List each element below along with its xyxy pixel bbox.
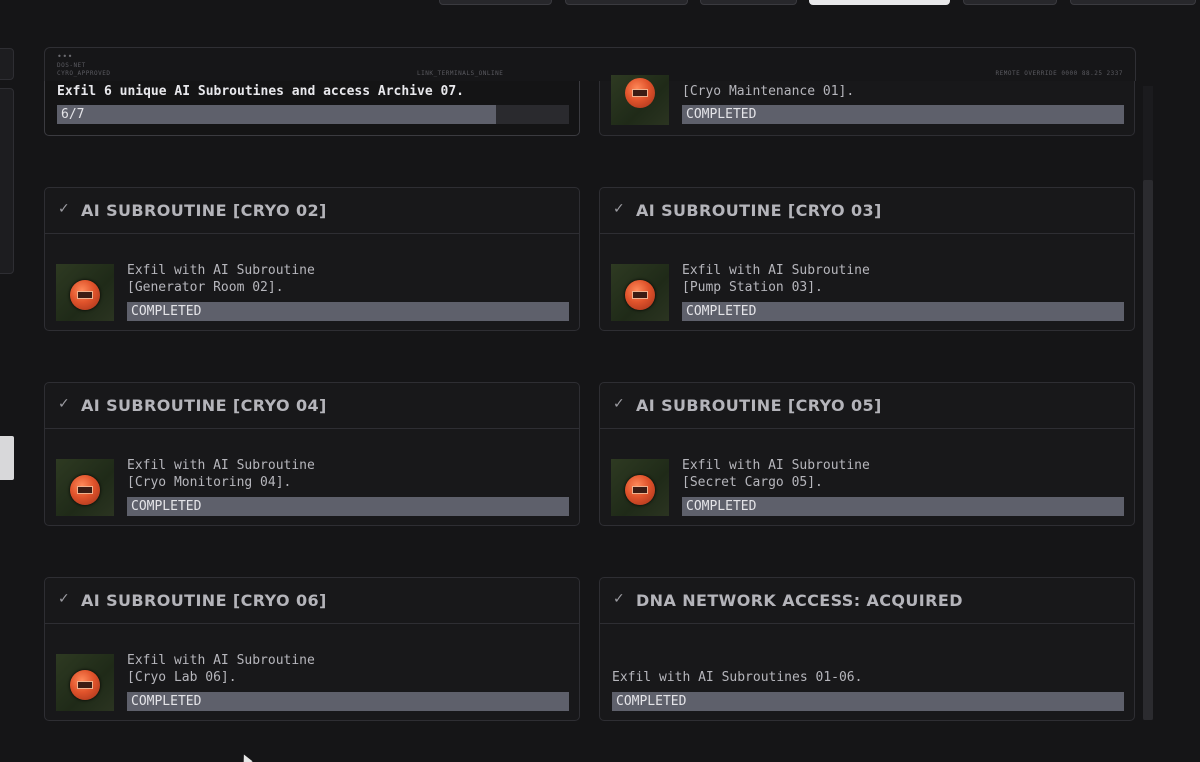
hud-center-text: LINK_TERMINALS_ONLINE (417, 70, 504, 77)
card-title: AI SUBROUTINE [CRYO 03] (636, 201, 882, 220)
objective-card-cryo-01: [Cryo Maintenance 01]. COMPLETED (599, 75, 1135, 136)
ai-subroutine-disc-icon (611, 264, 669, 321)
hud-header: ••• DOS-NET CYRO_APPROVED LINK_TERMINALS… (44, 47, 1136, 81)
top-tab-active[interactable] (809, 0, 950, 5)
objective-card-dna-network: ✓ DNA NETWORK ACCESS: ACQUIRED Exfil wit… (599, 577, 1135, 721)
objective-card-main: Exfil 6 unique AI Subroutines and access… (44, 81, 580, 136)
top-tab[interactable] (565, 0, 688, 5)
objective-progress-fill (57, 105, 496, 124)
card-description-line-1: Exfil with AI Subroutine (682, 458, 870, 473)
card-status: COMPLETED (127, 497, 569, 516)
ai-subroutine-disc-icon (56, 264, 114, 321)
card-header: ✓ AI SUBROUTINE [CRYO 04] (45, 383, 579, 429)
card-title: AI SUBROUTINE [CRYO 02] (81, 201, 327, 220)
card-description-line-1: Exfil with AI Subroutine (682, 263, 870, 278)
sidebar-fragment (0, 48, 14, 80)
card-description-line-2: [Pump Station 03]. (682, 280, 823, 295)
card-description: [Cryo Maintenance 01]. (682, 84, 855, 99)
card-header: ✓ AI SUBROUTINE [CRYO 05] (600, 383, 1134, 429)
objective-card-cryo-04: ✓ AI SUBROUTINE [CRYO 04] Exfil with AI … (44, 382, 580, 526)
ai-subroutine-disc-icon (611, 459, 669, 516)
sidebar-panel (0, 88, 14, 274)
objective-card-cryo-06: ✓ AI SUBROUTINE [CRYO 06] Exfil with AI … (44, 577, 580, 721)
checkmark-icon: ✓ (58, 591, 70, 607)
card-status: COMPLETED (682, 302, 1124, 321)
top-tab[interactable] (439, 0, 552, 5)
card-header: ✓ AI SUBROUTINE [CRYO 02] (45, 188, 579, 234)
card-header: ✓ DNA NETWORK ACCESS: ACQUIRED (600, 578, 1134, 624)
ai-subroutine-disc-icon (56, 459, 114, 516)
card-status: COMPLETED (127, 692, 569, 711)
checkmark-icon: ✓ (613, 591, 625, 607)
ai-subroutine-disc-icon (56, 654, 114, 711)
checkmark-icon: ✓ (58, 201, 70, 217)
card-status: COMPLETED (612, 692, 1124, 711)
card-status: COMPLETED (127, 302, 569, 321)
objective-card-cryo-05: ✓ AI SUBROUTINE [CRYO 05] Exfil with AI … (599, 382, 1135, 526)
card-header: ✓ AI SUBROUTINE [CRYO 03] (600, 188, 1134, 234)
card-description-line-2: [Generator Room 02]. (127, 280, 284, 295)
card-status: COMPLETED (682, 497, 1124, 516)
top-tab[interactable] (963, 0, 1057, 5)
hud-line-1: DOS-NET (57, 62, 86, 69)
card-description: Exfil with AI Subroutines 01-06. (612, 670, 863, 685)
card-description-line-1: Exfil with AI Subroutine (127, 458, 315, 473)
card-title: AI SUBROUTINE [CRYO 05] (636, 396, 882, 415)
scrollbar-thumb[interactable] (1143, 180, 1153, 720)
objective-text: Exfil 6 unique AI Subroutines and access… (57, 84, 464, 99)
checkmark-icon: ✓ (613, 396, 625, 412)
objective-card-cryo-02: ✓ AI SUBROUTINE [CRYO 02] Exfil with AI … (44, 187, 580, 331)
card-title: AI SUBROUTINE [CRYO 06] (81, 591, 327, 610)
hud-dots: ••• (57, 52, 73, 61)
card-header: ✓ AI SUBROUTINE [CRYO 06] (45, 578, 579, 624)
hud-line-2: CYRO_APPROVED (57, 70, 111, 77)
mouse-cursor-icon (239, 752, 253, 762)
checkmark-icon: ✓ (613, 201, 625, 217)
checkmark-icon: ✓ (58, 396, 70, 412)
card-description-line-2: [Secret Cargo 05]. (682, 475, 823, 490)
top-tab[interactable] (1070, 0, 1196, 5)
card-title: DNA NETWORK ACCESS: ACQUIRED (636, 591, 963, 610)
objective-progress-bar: 6/7 (57, 105, 569, 124)
objective-progress-text: 6/7 (61, 107, 85, 122)
card-status: COMPLETED (682, 105, 1124, 124)
card-description-line-2: [Cryo Lab 06]. (127, 670, 237, 685)
objective-card-cryo-03: ✓ AI SUBROUTINE [CRYO 03] Exfil with AI … (599, 187, 1135, 331)
card-description-line-1: Exfil with AI Subroutine (127, 653, 315, 668)
card-description-line-1: Exfil with AI Subroutine (127, 263, 315, 278)
objectives-page: ••• DOS-NET CYRO_APPROVED LINK_TERMINALS… (0, 0, 1200, 762)
hud-right-text: REMOTE OVERRIDE 0000 88.25 2337 (995, 70, 1123, 77)
card-description-line-2: [Cryo Monitoring 04]. (127, 475, 292, 490)
ai-subroutine-disc-icon (611, 75, 669, 125)
card-title: AI SUBROUTINE [CRYO 04] (81, 396, 327, 415)
sidebar-handle[interactable] (0, 436, 14, 480)
top-tab[interactable] (700, 0, 797, 5)
